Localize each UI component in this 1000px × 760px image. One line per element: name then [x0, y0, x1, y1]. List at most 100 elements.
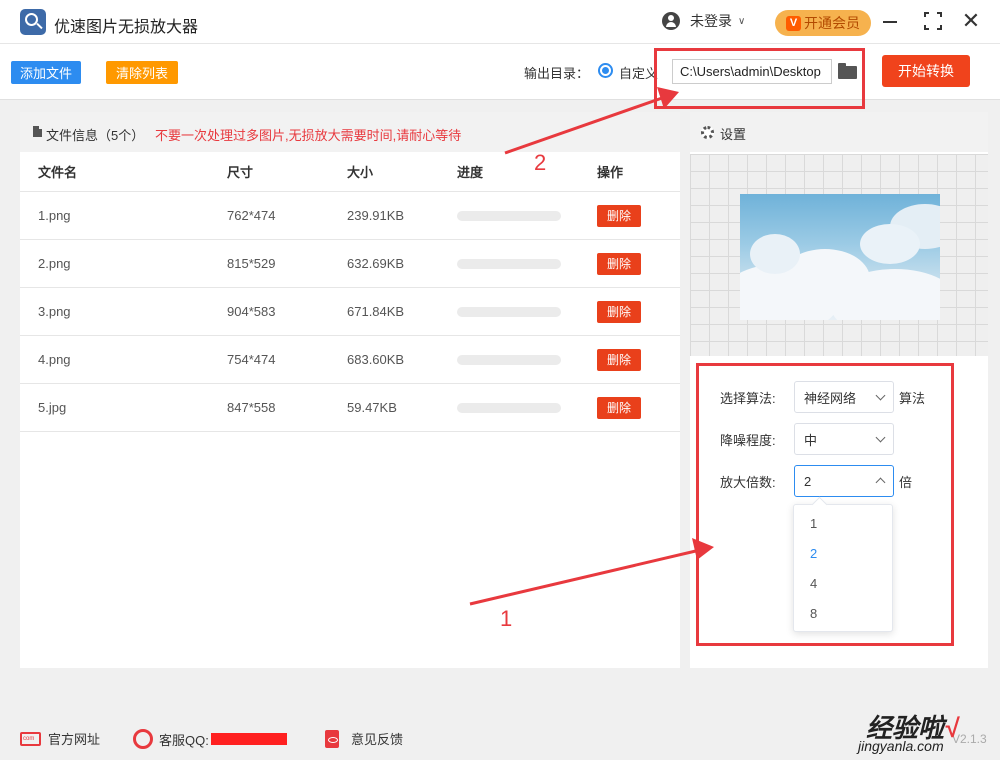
website-icon — [20, 731, 41, 746]
settings-panel: 设置 选择算法: 神经网络 算法 降噪程度: 中 放大倍数: 2 倍 1 2 4… — [690, 112, 988, 668]
scale-option-1[interactable]: 1 — [794, 509, 892, 539]
column-header-size: 大小 — [347, 165, 374, 180]
chevron-down-icon — [875, 390, 886, 400]
file-dimensions: 754*474 — [227, 352, 276, 367]
delete-button[interactable]: 删除 — [597, 396, 641, 419]
progress-bar — [457, 306, 561, 317]
scale-dropdown: 1 2 4 8 — [793, 504, 893, 632]
file-name: 4.png — [38, 352, 71, 367]
chevron-up-icon — [875, 477, 886, 488]
output-path-input[interactable]: C:\Users\admin\Desktop — [672, 59, 832, 84]
action-cell: 删除 — [597, 336, 641, 383]
scale-option-8[interactable]: 8 — [794, 599, 892, 629]
scale-row: 放大倍数: 2 倍 — [720, 465, 912, 497]
gear-icon — [701, 126, 714, 139]
settings-title: 设置 — [720, 127, 747, 142]
preview-image — [740, 194, 940, 320]
feedback-link[interactable]: 意见反馈 — [325, 729, 403, 748]
annotation-2: 2 — [534, 150, 547, 175]
action-cell: 删除 — [597, 288, 641, 335]
noise-row: 降噪程度: 中 — [720, 423, 894, 455]
file-dimensions: 904*583 — [227, 304, 276, 319]
delete-button[interactable]: 删除 — [597, 204, 641, 227]
user-label: 未登录 — [690, 13, 732, 29]
feedback-label: 意见反馈 — [351, 732, 404, 747]
scale-option-4[interactable]: 4 — [794, 569, 892, 599]
scale-unit: 倍 — [899, 474, 913, 490]
feedback-icon — [325, 729, 339, 748]
image-preview — [690, 154, 988, 356]
progress-cell — [457, 240, 561, 287]
custom-dir-label: 自定义 — [619, 66, 659, 81]
file-name: 1.png — [38, 208, 71, 223]
progress-cell — [457, 288, 561, 335]
app-logo-icon — [20, 9, 46, 35]
scale-label: 放大倍数: — [720, 474, 776, 490]
delete-button[interactable]: 删除 — [597, 300, 641, 323]
file-info-header: 文件信息（5个） 不要一次处理过多图片,无损放大需要时间,请耐心等待 — [20, 112, 680, 152]
algorithm-label: 选择算法: — [720, 390, 776, 406]
toolbar: 添加文件 清除列表 输出目录： 自定义 C:\Users\admin\Deskt… — [0, 44, 1000, 100]
column-header-name: 文件名 — [38, 165, 78, 180]
table-row: 4.png 754*474 683.60KB 删除 — [20, 336, 680, 384]
action-cell: 删除 — [597, 384, 641, 431]
algorithm-unit: 算法 — [899, 390, 926, 406]
website-link[interactable]: 官方网址 — [20, 729, 100, 748]
progress-cell — [457, 384, 561, 431]
progress-bar — [457, 402, 561, 413]
file-name: 3.png — [38, 304, 71, 319]
close-button[interactable]: ✕ — [960, 10, 982, 32]
file-size: 671.84KB — [347, 304, 405, 319]
noise-label: 降噪程度: — [720, 432, 776, 448]
file-name: 5.jpg — [38, 400, 67, 415]
algorithm-value: 神经网络 — [804, 390, 857, 406]
delete-button[interactable]: 删除 — [597, 348, 641, 371]
table-row: 2.png 815*529 632.69KB 删除 — [20, 240, 680, 288]
scale-select[interactable]: 2 — [794, 465, 894, 497]
table-row: 5.jpg 847*558 59.47KB 删除 — [20, 384, 680, 432]
custom-dir-radio[interactable] — [598, 63, 613, 78]
chevron-down-icon — [875, 432, 886, 442]
column-header-action: 操作 — [597, 165, 624, 180]
file-size: 59.47KB — [347, 400, 397, 415]
support-label: 客服QQ: — [159, 732, 209, 748]
support-link[interactable]: 客服QQ: — [133, 729, 287, 749]
settings-header: 设置 — [690, 112, 988, 152]
start-convert-button[interactable]: 开始转换 — [882, 55, 970, 87]
clear-list-button[interactable]: 清除列表 — [106, 61, 178, 84]
file-dimensions: 847*558 — [227, 400, 276, 415]
column-header-dimensions: 尺寸 — [227, 165, 254, 180]
column-header-progress: 进度 — [457, 165, 484, 180]
scale-option-2[interactable]: 2 — [794, 539, 892, 569]
folder-icon[interactable] — [838, 63, 857, 79]
file-dimensions: 815*529 — [227, 256, 276, 271]
app-title: 优速图片无损放大器 — [54, 19, 199, 36]
vip-icon: V — [786, 15, 801, 31]
vip-button[interactable]: V 开通会员 — [775, 10, 871, 36]
minimize-button[interactable] — [880, 10, 902, 32]
maximize-button[interactable] — [922, 10, 944, 32]
progress-cell — [457, 192, 561, 239]
document-icon — [33, 126, 42, 137]
file-size: 632.69KB — [347, 256, 405, 271]
file-size: 683.60KB — [347, 352, 405, 367]
user-menu[interactable]: 未登录 ∨ — [662, 11, 745, 31]
table-header: 文件名 尺寸 大小 进度 操作 — [20, 152, 680, 192]
delete-button[interactable]: 删除 — [597, 252, 641, 275]
scale-value: 2 — [804, 473, 812, 489]
noise-select[interactable]: 中 — [794, 423, 894, 455]
file-dimensions: 762*474 — [227, 208, 276, 223]
file-list-panel: 文件信息（5个） 不要一次处理过多图片,无损放大需要时间,请耐心等待 文件名 尺… — [20, 112, 680, 668]
file-info-title: 文件信息（5个） — [46, 128, 145, 143]
noise-value: 中 — [804, 432, 818, 448]
progress-bar — [457, 210, 561, 221]
algorithm-select[interactable]: 神经网络 — [794, 381, 894, 413]
action-cell: 删除 — [597, 192, 641, 239]
action-cell: 删除 — [597, 240, 641, 287]
file-size: 239.91KB — [347, 208, 405, 223]
progress-bar — [457, 258, 561, 269]
add-file-button[interactable]: 添加文件 — [11, 61, 81, 84]
watermark-check: √ — [944, 713, 959, 743]
redacted-qq — [210, 733, 287, 745]
website-label: 官方网址 — [48, 732, 101, 747]
